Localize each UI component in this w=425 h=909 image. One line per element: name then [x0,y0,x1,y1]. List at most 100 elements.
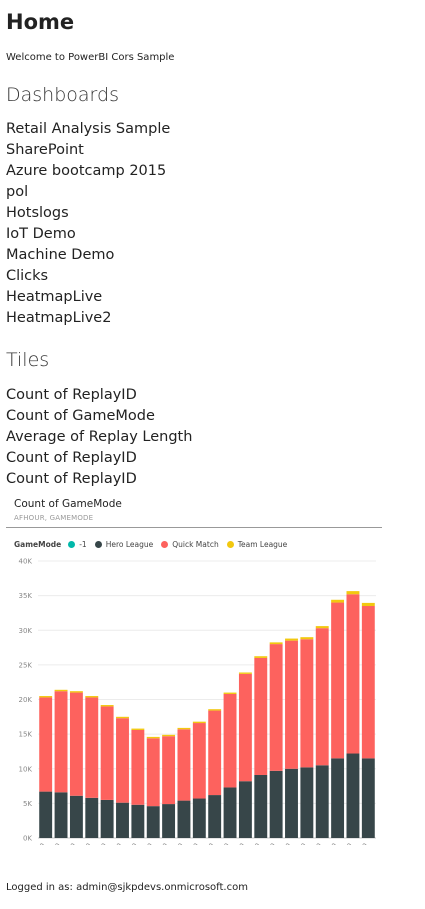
bar-segment [238,672,252,674]
bar-segment [331,758,345,838]
bar-segment [100,705,114,707]
bar-segment [238,673,252,782]
bar-segment [116,718,129,803]
x-tick-label: 15.00 [258,842,278,845]
bar-segment [315,626,329,629]
tile-subtitle: AFHOUR, GAMEMODE [14,514,94,522]
bar-segment [254,656,268,658]
bar-segment [116,802,129,838]
bar-segment [162,804,176,838]
bar-segment [146,738,160,807]
bar-segment [146,806,160,838]
y-tick-label: 40K [19,558,33,566]
legend-title: GameMode [14,540,62,549]
y-tick-label: 35K [19,592,33,600]
dashboard-link[interactable]: IoT Demo [6,224,170,245]
bar-segment [131,729,145,805]
x-tick-label: 9.00 [169,842,186,845]
embedded-tile[interactable]: Count of GameMode AFHOUR, GAMEMODE GameM… [6,495,382,845]
legend-dot-icon [68,541,76,548]
bar-segment [192,798,206,838]
x-tick-label: 10.00 [181,842,201,845]
dashboard-link[interactable]: Hotslogs [6,203,170,224]
x-tick-label: 20.00 [335,842,355,845]
bar-segment [285,640,298,769]
x-tick-label: 13.00 [227,842,247,845]
x-tick-label: 2.00 [61,842,78,845]
bar-segment [39,696,53,698]
bar-segment [269,644,283,771]
bar-segment [208,709,222,711]
welcome-text: Welcome to PowerBI Cors Sample [6,52,175,63]
bar-segment [131,804,145,838]
dashboard-link[interactable]: Machine Demo [6,245,170,266]
bar-segment [223,693,237,788]
legend-label: Team League [237,540,288,549]
bar-segment [192,723,206,799]
bar-segment [238,781,252,838]
tile-title: Count of GameMode [14,498,122,510]
tile-link[interactable]: Count of ReplayID [6,448,192,469]
bar-segment [223,692,237,694]
dashboard-link[interactable]: pol [6,182,170,203]
dashboard-link[interactable]: HeatmapLive2 [6,308,170,329]
x-tick-label: 16.00 [273,842,293,845]
x-tick-label: 11.00 [196,842,216,845]
x-tick-label: 7.00 [138,842,155,845]
dashboard-link[interactable]: Retail Analysis Sample [6,119,170,140]
y-tick-label: 25K [19,661,33,669]
tile-link[interactable]: Count of GameMode [6,406,192,427]
x-tick-label: 14.00 [242,842,262,845]
dashboard-link[interactable]: Clicks [6,266,170,287]
x-tick-label: 5.00 [107,842,124,845]
x-tick-label: 6.00 [123,842,140,845]
dashboard-link[interactable]: HeatmapLive [6,287,170,308]
bar-segment [285,638,298,641]
legend-item-hero-league: Hero League [94,540,154,549]
bar-segment [346,591,360,595]
y-tick-label: 20K [19,696,33,704]
dashboard-link[interactable]: Azure bootcamp 2015 [6,161,170,182]
y-tick-label: 15K [19,731,33,739]
legend-item-quick-match: Quick Match [161,540,219,549]
x-tick-label: 12.00 [212,842,232,845]
dashboard-list: Retail Analysis Sample SharePoint Azure … [6,119,170,329]
bar-segment [116,716,129,719]
x-tick-label: 8.00 [153,842,170,845]
legend-label: Hero League [105,540,154,549]
legend-dot-icon [94,541,102,548]
bar-segment [69,692,83,796]
bar-segment [85,697,99,798]
bar-segment [346,594,360,754]
x-tick-label: 0.00 [30,842,47,845]
legend-item-team-league: Team League [226,540,288,549]
bar-segment [300,637,314,640]
tile-link[interactable]: Average of Replay Length [6,427,192,448]
bar-segment [208,795,222,838]
bar-segment [300,767,314,838]
bar-segment [361,606,375,759]
legend-label: -1 [79,540,87,549]
bar-segment [69,691,83,693]
bar-segment [254,774,268,838]
bar-segment [269,642,283,645]
bar-segment [300,639,314,768]
bar-segment [39,697,53,792]
bar-segment [192,721,206,724]
chart-legend: GameMode -1 Hero League Quick Match Team… [14,540,295,549]
x-tick-label: 19.00 [319,842,339,845]
x-tick-label: 21.00 [350,842,370,845]
x-tick-label: 17.00 [288,842,308,845]
tile-link[interactable]: Count of ReplayID [6,469,192,490]
tile-link[interactable]: Count of ReplayID [6,385,192,406]
bar-segment [69,795,83,838]
legend-item-minus-one: -1 [68,540,87,549]
bar-segment [346,753,360,838]
bar-segment [162,734,176,737]
dashboard-link[interactable]: SharePoint [6,140,170,161]
x-tick-label: 18.00 [304,842,324,845]
y-tick-label: 0K [23,835,32,843]
bar-segment [100,799,114,838]
bar-segment [254,657,268,775]
bar-segment [361,758,375,838]
